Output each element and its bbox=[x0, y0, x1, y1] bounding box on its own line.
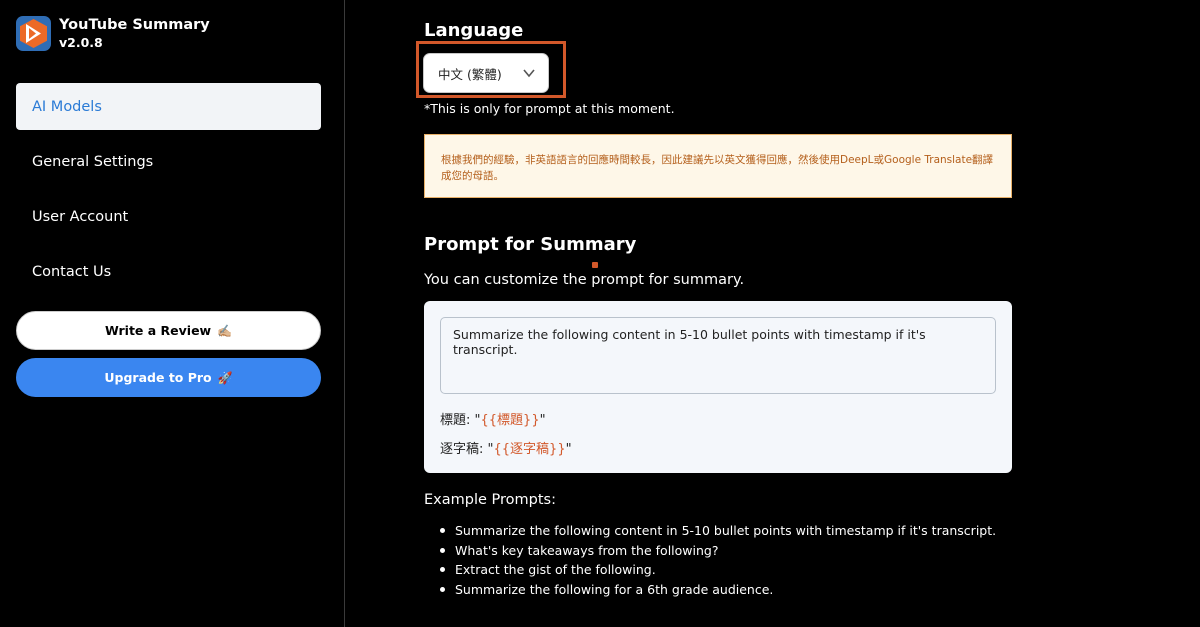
brand: YouTube Summary v2.0.8 bbox=[16, 16, 210, 51]
list-item: Summarize the following content in 5-10 … bbox=[440, 521, 996, 541]
transcript-token[interactable]: {{逐字稿}} bbox=[494, 442, 566, 457]
cursor-marker bbox=[592, 262, 598, 268]
example-prompts-heading: Example Prompts: bbox=[424, 492, 556, 508]
prompt-heading: Prompt for Summary bbox=[424, 234, 637, 255]
sidebar-item-contact-us[interactable]: Contact Us bbox=[16, 248, 321, 295]
sidebar-item-ai-models[interactable]: AI Models bbox=[16, 83, 321, 130]
app-version: v2.0.8 bbox=[59, 35, 103, 50]
chevron-down-icon bbox=[523, 69, 535, 78]
app-logo-icon bbox=[16, 16, 51, 51]
language-warning-alert: 根據我們的經驗，非英語語言的回應時間較長，因此建議先以英文獲得回應，然後使用De… bbox=[424, 134, 1012, 198]
transcript-variable-row: 逐字稿: "{{逐字稿}}" bbox=[440, 442, 572, 457]
prompt-subtitle: You can customize the prompt for summary… bbox=[424, 272, 745, 288]
title-variable-row: 標題: "{{標題}}" bbox=[440, 413, 546, 428]
writing-hand-icon: ✍🏼 bbox=[217, 323, 233, 338]
upgrade-label: Upgrade to Pro bbox=[104, 370, 212, 385]
language-heading: Language bbox=[424, 20, 524, 41]
title-token[interactable]: {{標題}} bbox=[481, 413, 540, 428]
prompt-card: Summarize the following content in 5-10 … bbox=[424, 301, 1012, 473]
prompt-textarea[interactable]: Summarize the following content in 5-10 … bbox=[440, 317, 996, 394]
list-item: Extract the gist of the following. bbox=[440, 560, 996, 580]
language-note: *This is only for prompt at this moment. bbox=[424, 101, 675, 116]
write-review-button[interactable]: Write a Review ✍🏼 bbox=[16, 311, 321, 350]
app-title: YouTube Summary bbox=[59, 17, 210, 33]
list-item: Summarize the following for a 6th grade … bbox=[440, 580, 996, 600]
rocket-icon: 🚀 bbox=[217, 370, 233, 385]
sidebar-item-general-settings[interactable]: General Settings bbox=[16, 138, 321, 185]
write-review-label: Write a Review bbox=[104, 323, 212, 338]
language-selected-value: 中文 (繁體) bbox=[438, 66, 502, 82]
sidebar: YouTube Summary v2.0.8 AI Models General… bbox=[0, 0, 345, 627]
upgrade-to-pro-button[interactable]: Upgrade to Pro 🚀 bbox=[16, 358, 321, 397]
language-select[interactable]: 中文 (繁體) bbox=[423, 53, 549, 93]
sidebar-item-user-account[interactable]: User Account bbox=[16, 193, 321, 240]
list-item: What's key takeaways from the following? bbox=[440, 541, 996, 561]
example-prompts-list: Summarize the following content in 5-10 … bbox=[440, 521, 996, 599]
